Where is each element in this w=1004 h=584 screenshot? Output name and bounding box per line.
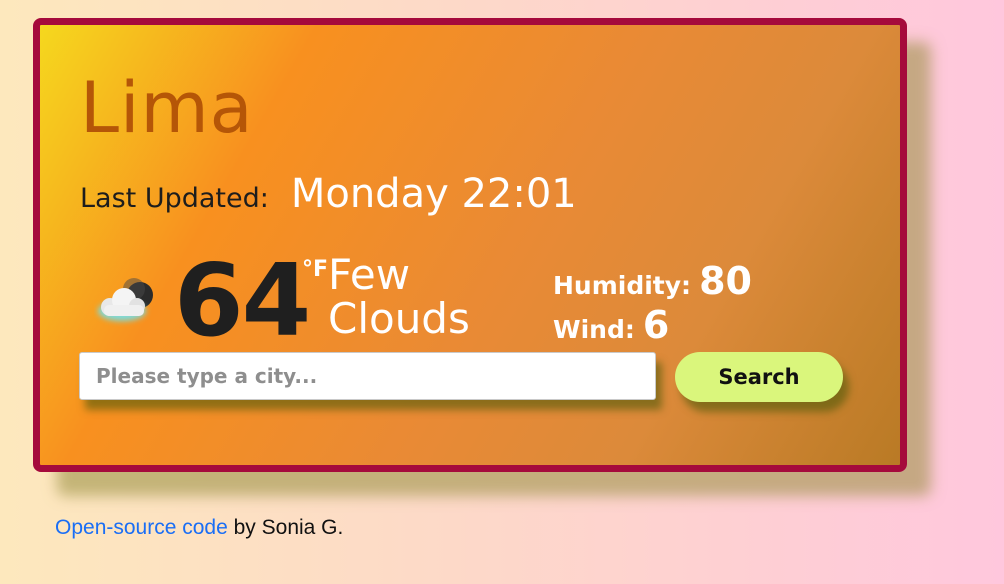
footer-author: by Sonia G. bbox=[227, 516, 344, 539]
search-button[interactable]: Search bbox=[675, 352, 843, 402]
humidity-label: Humidity: bbox=[553, 271, 692, 300]
wind-label: Wind: bbox=[553, 315, 635, 344]
last-updated-label: Last Updated: bbox=[80, 183, 269, 214]
weather-stats: Humidity: 80 Wind: 6 bbox=[553, 259, 752, 347]
open-source-link[interactable]: Open-source code bbox=[55, 516, 228, 539]
city-name: Lima bbox=[80, 67, 254, 149]
weather-card: Lima Last Updated: Monday 22:01 64 °F Fe… bbox=[33, 18, 907, 472]
few-clouds-night-icon bbox=[94, 275, 158, 327]
wind-value: 6 bbox=[642, 303, 670, 347]
temperature-value: 64 bbox=[174, 242, 311, 359]
last-updated-value: Monday 22:01 bbox=[290, 171, 577, 217]
humidity-value: 80 bbox=[699, 259, 752, 303]
footer: Open-source code by Sonia G. bbox=[55, 516, 343, 540]
wind-row: Wind: 6 bbox=[553, 303, 752, 347]
humidity-row: Humidity: 80 bbox=[553, 259, 752, 303]
last-updated: Last Updated: Monday 22:01 bbox=[80, 171, 577, 217]
weather-description: Few Clouds bbox=[328, 250, 470, 343]
city-search-input[interactable] bbox=[79, 352, 656, 400]
temperature-unit[interactable]: °F bbox=[302, 257, 328, 282]
